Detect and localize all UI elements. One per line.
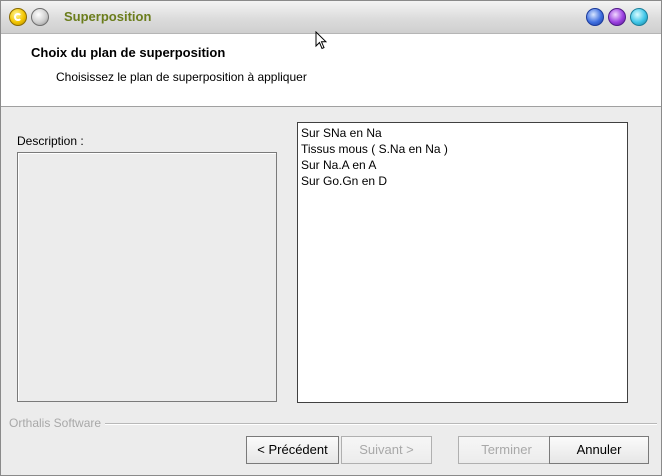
window-menu-icon[interactable] [31,8,49,26]
previous-button[interactable]: < Précédent [246,436,339,464]
vendor-label: Orthalis Software [9,416,106,430]
title-bar[interactable]: Superposition [1,1,661,34]
wizard-header: Choix du plan de superposition Choisisse… [1,34,661,107]
page-title: Choix du plan de superposition [31,45,226,60]
superposition-plan-list[interactable]: Sur SNa en Na Tissus mous ( S.Na en Na )… [297,122,628,403]
page-subtitle: Choisissez le plan de superposition à ap… [56,70,307,84]
dialog-window: Superposition Choix du plan de superposi… [0,0,662,476]
close-icon[interactable] [630,8,648,26]
mouse-pointer-icon [315,31,327,50]
list-item[interactable]: Sur Na.A en A [301,157,624,173]
list-item[interactable]: Sur SNa en Na [301,125,624,141]
app-logo-icon[interactable] [9,8,27,26]
window-title: Superposition [64,9,152,24]
minimize-icon[interactable] [586,8,604,26]
next-button[interactable]: Suivant > [341,436,432,464]
list-item[interactable]: Tissus mous ( S.Na en Na ) [301,141,624,157]
list-item[interactable]: Sur Go.Gn en D [301,173,624,189]
footer-divider [9,423,657,425]
maximize-icon[interactable] [608,8,626,26]
finish-button[interactable]: Terminer [458,436,555,464]
description-box [17,152,277,402]
cancel-button[interactable]: Annuler [549,436,649,464]
description-label: Description : [17,134,84,148]
